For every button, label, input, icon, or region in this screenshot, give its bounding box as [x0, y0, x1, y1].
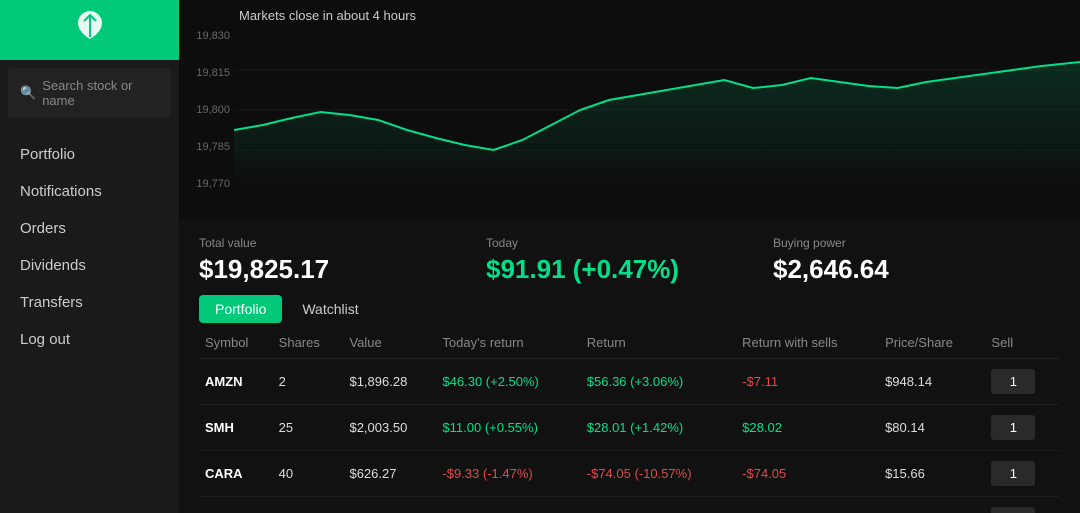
- cell-shares: 40: [273, 497, 344, 513]
- cell-price-share: $948.14: [879, 359, 985, 405]
- cell-return: $28.01 (+1.42%): [581, 405, 736, 451]
- cell-value: $1,896.28: [343, 359, 436, 405]
- cell-shares: 25: [273, 405, 344, 451]
- col-todays-return: Today's return: [436, 327, 580, 359]
- col-value: Value: [343, 327, 436, 359]
- cell-value: $626.27: [343, 451, 436, 497]
- cell-return-with-sells: -$7.11: [736, 359, 879, 405]
- col-shares: Shares: [273, 327, 344, 359]
- chart-header: Markets close in about 4 hours: [239, 8, 416, 23]
- sidebar: 🔍 Search stock or name Portfolio Notific…: [0, 0, 179, 513]
- col-price-share: Price/Share: [879, 327, 985, 359]
- main-content: Markets close in about 4 hours 19,830 19…: [179, 0, 1080, 513]
- stats-bar: Total value $19,825.17 Today $91.91 (+0.…: [179, 220, 1080, 295]
- cell-value: $2,003.50: [343, 405, 436, 451]
- cell-todays-return: -$9.33 (-1.47%): [436, 451, 580, 497]
- y-label-2: 19,815: [183, 67, 230, 79]
- total-value: $19,825.17: [199, 254, 486, 285]
- total-value-block: Total value $19,825.17: [199, 236, 486, 285]
- col-return-with-sells: Return with sells: [736, 327, 879, 359]
- y-label-4: 19,785: [183, 141, 230, 153]
- buying-power-value: $2,646.64: [773, 254, 1060, 285]
- sell-input[interactable]: [991, 461, 1035, 486]
- today-label: Today: [486, 236, 773, 250]
- portfolio-tabs: Portfolio Watchlist: [179, 295, 1080, 323]
- sidebar-item-dividends[interactable]: Dividends: [0, 247, 179, 284]
- cell-return: -$14.41 (-4.22%): [581, 497, 736, 513]
- cell-todays-return: $11.00 (+0.55%): [436, 405, 580, 451]
- sidebar-nav: Portfolio Notifications Orders Dividends…: [0, 126, 179, 368]
- col-return: Return: [581, 327, 736, 359]
- y-label-3: 19,800: [183, 104, 230, 116]
- app-logo-icon: [74, 9, 106, 52]
- sell-input[interactable]: [991, 415, 1035, 440]
- cell-sell[interactable]: [985, 405, 1060, 451]
- cell-symbol: OCLR: [199, 497, 273, 513]
- cell-sell[interactable]: [985, 359, 1060, 405]
- today-block: Today $91.91 (+0.47%): [486, 236, 773, 285]
- cell-return-with-sells: -$14.41: [736, 497, 879, 513]
- y-label-5: 19,770: [183, 178, 230, 190]
- table-row: CARA40$626.27-$9.33 (-1.47%)-$74.05 (-10…: [199, 451, 1060, 497]
- sidebar-item-portfolio[interactable]: Portfolio: [0, 136, 179, 173]
- cell-price-share: $15.66: [879, 451, 985, 497]
- search-placeholder: Search stock or name: [42, 78, 159, 108]
- sidebar-item-transfers[interactable]: Transfers: [0, 284, 179, 321]
- table-header-row: Symbol Shares Value Today's return Retur…: [199, 327, 1060, 359]
- cell-return-with-sells: $28.02: [736, 405, 879, 451]
- cell-todays-return: $6.77 (+2.11%): [436, 497, 580, 513]
- chart-canvas: [234, 30, 1080, 190]
- cell-return-with-sells: -$74.05: [736, 451, 879, 497]
- today-value: $91.91 (+0.47%): [486, 254, 773, 285]
- cell-shares: 40: [273, 451, 344, 497]
- search-box[interactable]: 🔍 Search stock or name: [8, 68, 171, 118]
- y-label-1: 19,830: [183, 30, 230, 42]
- cell-price-share: $8.18: [879, 497, 985, 513]
- search-icon: 🔍: [20, 85, 36, 101]
- table-row: SMH25$2,003.50$11.00 (+0.55%)$28.01 (+1.…: [199, 405, 1060, 451]
- buying-power-label: Buying power: [773, 236, 1060, 250]
- col-symbol: Symbol: [199, 327, 273, 359]
- sell-input[interactable]: [991, 369, 1035, 394]
- cell-symbol: AMZN: [199, 359, 273, 405]
- sidebar-item-notifications[interactable]: Notifications: [0, 173, 179, 210]
- cell-symbol: SMH: [199, 405, 273, 451]
- sidebar-item-orders[interactable]: Orders: [0, 210, 179, 247]
- cell-return: -$74.05 (-10.57%): [581, 451, 736, 497]
- portfolio-table-wrap: Symbol Shares Value Today's return Retur…: [179, 327, 1080, 513]
- cell-symbol: CARA: [199, 451, 273, 497]
- portfolio-table: Symbol Shares Value Today's return Retur…: [199, 327, 1060, 513]
- tab-watchlist[interactable]: Watchlist: [286, 295, 374, 323]
- sidebar-item-logout[interactable]: Log out: [0, 321, 179, 358]
- col-sell: Sell: [985, 327, 1060, 359]
- cell-return: $56.36 (+3.06%): [581, 359, 736, 405]
- cell-todays-return: $46.30 (+2.50%): [436, 359, 580, 405]
- chart-y-labels: 19,830 19,815 19,800 19,785 19,770: [179, 30, 234, 190]
- buying-power-block: Buying power $2,646.64: [773, 236, 1060, 285]
- cell-shares: 2: [273, 359, 344, 405]
- tab-portfolio[interactable]: Portfolio: [199, 295, 282, 323]
- total-value-label: Total value: [199, 236, 486, 250]
- cell-price-share: $80.14: [879, 405, 985, 451]
- table-row: OCLR40$327.17$6.77 (+2.11%)-$14.41 (-4.2…: [199, 497, 1060, 513]
- cell-value: $327.17: [343, 497, 436, 513]
- chart-area: Markets close in about 4 hours 19,830 19…: [179, 0, 1080, 220]
- logo-area: [0, 0, 179, 60]
- sell-input[interactable]: [991, 507, 1035, 513]
- cell-sell[interactable]: [985, 497, 1060, 513]
- table-row: AMZN2$1,896.28$46.30 (+2.50%)$56.36 (+3.…: [199, 359, 1060, 405]
- cell-sell[interactable]: [985, 451, 1060, 497]
